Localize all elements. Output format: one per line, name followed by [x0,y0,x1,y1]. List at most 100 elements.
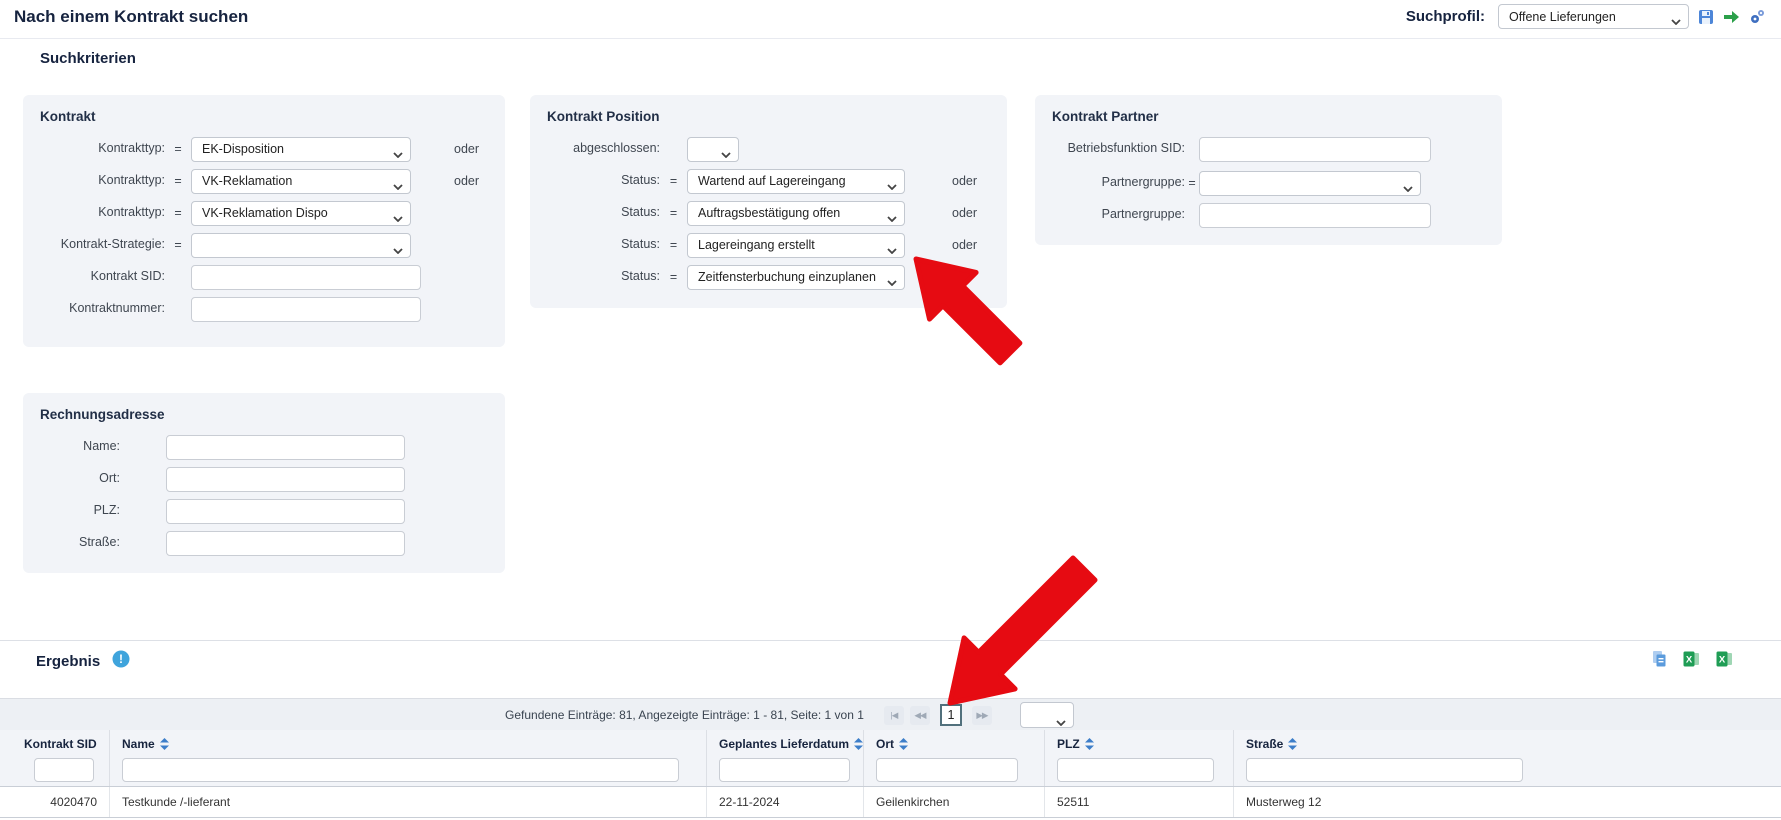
column-header-name[interactable]: Name [122,737,169,751]
panel-rechnungsadresse-title: Rechnungsadresse [40,407,165,422]
column-header-lieferdatum[interactable]: Geplantes Lieferdatum [719,737,863,751]
kontrakt-strategie-select[interactable] [191,232,411,258]
kontrakttyp-select-2[interactable]: VK-Reklamation [191,168,411,194]
filter-kontrakt-sid-input[interactable] [34,758,94,782]
ergebnis-title: Ergebnis [36,653,101,670]
sort-icon [1084,738,1094,750]
select-value: Auftragsbestätigung offen [698,206,841,220]
status-select-1[interactable]: Wartend auf Lagereingang [687,168,905,194]
field-label: abgeschlossen: [573,141,660,156]
cell-strasse: Musterweg 12 [1246,795,1322,809]
search-profile-group: Suchprofil: Offene Lieferungen [1406,4,1765,29]
operator-equals: = [174,142,182,156]
field-label: Partnergruppe: [1101,207,1185,222]
cell-plz: 52511 [1045,787,1234,817]
page-size-select[interactable] [1019,702,1074,731]
field-label: Kontraktnummer: [69,301,165,316]
field-label: Ort: [99,471,120,486]
save-profile-icon[interactable] [1698,9,1714,25]
excel-export-icon[interactable]: X [1683,651,1700,672]
select-value: VK-Reklamation Dispo [202,206,328,220]
partnergruppe-input[interactable] [1199,202,1431,228]
rechnung-plz-input[interactable] [166,498,405,524]
panel-kontrakt-title: Kontrakt [40,109,96,124]
field-label: Kontrakttyp: [98,141,165,156]
field-label: Status: [621,269,660,284]
copy-export-icon[interactable] [1652,650,1667,673]
operator-equals: = [669,174,678,188]
field-label: Name: [83,439,120,454]
chevron-down-icon [887,275,897,289]
operator-equals: = [669,270,678,284]
column-header-strasse[interactable]: Straße [1246,737,1298,751]
partnergruppe-select[interactable] [1199,170,1421,196]
oder-label: oder [952,238,978,252]
pager-prev-button[interactable]: ◀◀ [909,705,930,725]
svg-text:X: X [1719,655,1726,666]
pager-current-page[interactable]: 1 [939,704,962,726]
apply-profile-arrow-icon[interactable] [1723,10,1740,24]
operator-equals: = [174,174,182,188]
status-select-2[interactable]: Auftragsbestätigung offen [687,200,905,226]
panel-kontrakt-position-title: Kontrakt Position [547,109,660,124]
suchkriterien-title: Suchkriterien [40,50,136,67]
abgeschlossen-select[interactable] [687,136,739,162]
pager-next-button[interactable]: ▶▶ [971,705,992,725]
kontrakttyp-select-1[interactable]: EK-Disposition [191,136,411,162]
panel-rechnungsadresse: Rechnungsadresse Name: Ort: PLZ: Straße: [23,393,505,573]
cell-kontrakt-sid: 4020470 [0,787,110,817]
kontrakt-sid-input[interactable] [191,264,421,290]
status-select-4[interactable]: Zeitfensterbuchung einzuplanen [687,264,905,290]
kontraktnummer-input[interactable] [191,296,421,322]
excel-export-all-icon[interactable]: X [1716,651,1733,672]
panel-kontrakt: Kontrakt Kontrakttyp: = EK-Disposition o… [23,95,505,347]
chevron-down-icon [1056,713,1066,731]
gears-icon[interactable] [1749,9,1765,25]
field-label: Status: [621,173,660,188]
select-value: VK-Reklamation [202,174,293,188]
search-profile-select[interactable]: Offene Lieferungen [1498,4,1689,29]
pagination-bar: Gefundene Einträge: 81, Angezeigte Eintr… [0,698,1781,730]
field-label: Status: [621,237,660,252]
field-label: Kontrakttyp: [98,205,165,220]
filter-lieferdatum-input[interactable] [719,758,850,782]
annotation-arrow-ort-cell [947,555,1098,706]
field-label: PLZ: [93,503,120,518]
table-row[interactable]: 4020470 Testkunde /-lieferant 22-11-2024… [0,786,1781,818]
chevron-down-icon [887,179,897,193]
column-header-kontrakt-sid[interactable]: Kontrakt SID [24,737,97,751]
field-label: Kontrakt SID: [90,269,165,284]
oder-label: oder [952,206,978,220]
operator-equals: = [1188,176,1196,190]
filter-ort-input[interactable] [876,758,1018,782]
filter-plz-input[interactable] [1057,758,1214,782]
cell-lieferdatum: 22-11-2024 [707,787,864,817]
chevron-down-icon [393,211,403,225]
operator-equals: = [174,206,182,220]
svg-text:X: X [1686,655,1693,666]
chevron-down-icon [393,243,403,257]
kontrakttyp-select-3[interactable]: VK-Reklamation Dispo [191,200,411,226]
filter-strasse-input[interactable] [1246,758,1523,782]
rechnung-name-input[interactable] [166,434,405,460]
svg-text:!: ! [119,652,123,666]
field-label: Partnergruppe: [1101,175,1185,190]
panel-kontrakt-position: Kontrakt Position abgeschlossen: Status:… [530,95,1007,308]
select-value: EK-Disposition [202,142,284,156]
field-label: Kontrakttyp: [98,173,165,188]
filter-name-input[interactable] [122,758,679,782]
sort-icon [1288,738,1298,750]
rechnung-strasse-input[interactable] [166,530,405,556]
operator-equals: = [669,206,678,220]
chevron-down-icon [1671,14,1681,28]
column-header-plz[interactable]: PLZ [1057,737,1094,751]
pager-first-button[interactable]: |◀ [883,705,904,725]
result-table-header: Kontrakt SID Name Geplantes Lieferdatum … [0,730,1781,786]
status-select-3[interactable]: Lagereingang erstellt [687,232,905,258]
search-profile-value: Offene Lieferungen [1509,9,1616,24]
rechnung-ort-input[interactable] [166,466,405,492]
column-header-ort[interactable]: Ort [876,737,908,751]
betriebsfunktion-sid-input[interactable] [1199,136,1431,162]
info-icon[interactable]: ! [112,650,130,673]
search-profile-label: Suchprofil: [1405,8,1485,25]
